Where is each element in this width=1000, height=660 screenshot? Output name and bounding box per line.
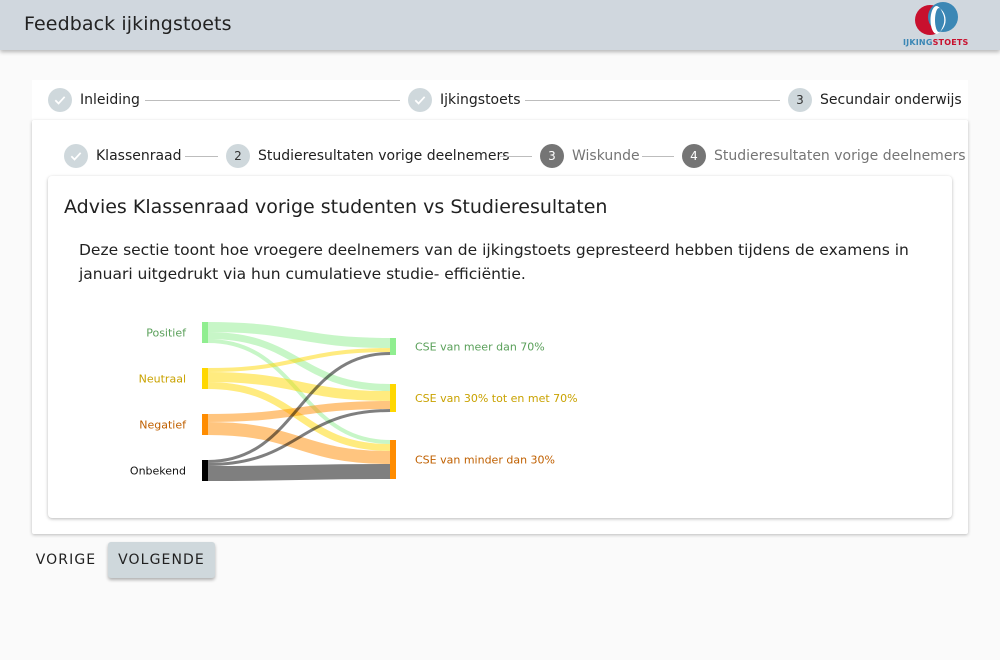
previous-button[interactable]: VORIGE <box>32 542 100 578</box>
step-label: Studieresultaten vorige deelnemers <box>714 148 966 164</box>
section-description: Deze sectie toont hoe vroegere deelnemer… <box>79 241 909 283</box>
section-title: Advies Klassenraad vorige studenten vs S… <box>64 196 608 218</box>
main-stepper: Inleiding Ijkingstoets 3 Secundair onder… <box>32 80 968 120</box>
sankey-source-label: Neutraal <box>139 373 186 386</box>
sankey-target-node <box>390 384 396 412</box>
sankey-target-label: CSE van minder dan 30% <box>415 454 555 467</box>
sankey-link <box>207 464 391 481</box>
step-label: Studieresultaten vorige deelnemers <box>258 148 510 164</box>
substep-studieresultaten[interactable]: 2 Studieresultaten vorige deelnemers <box>226 144 510 168</box>
step-connector <box>145 100 400 101</box>
check-icon <box>64 144 88 168</box>
step-connector <box>500 156 532 157</box>
sankey-target-node <box>390 440 396 479</box>
step-connector <box>642 156 674 157</box>
step-number: 4 <box>682 144 706 168</box>
step-connector <box>525 100 780 101</box>
sankey-target-label: CSE van 30% tot en met 70% <box>415 392 578 405</box>
sankey-links <box>207 322 391 481</box>
step-label: Klassenraad <box>96 148 182 164</box>
check-icon <box>408 88 432 112</box>
sankey-chart: Positief Neutraal Negatief Onbekend CSE van … <box>130 322 578 481</box>
step-label: Ijkingstoets <box>440 92 521 108</box>
next-button[interactable]: VOLGENDE <box>108 542 215 578</box>
step-label: Wiskunde <box>572 148 640 164</box>
content-card: Klassenraad 2 Studieresultaten vorige de… <box>32 120 968 534</box>
step-connector <box>185 156 218 157</box>
substep-studieresultaten-2[interactable]: 4 Studieresultaten vorige deelnemers <box>682 144 966 168</box>
step-label: Secundair onderwijs <box>820 92 962 108</box>
section-card: Advies Klassenraad vorige studenten vs S… <box>48 176 952 518</box>
step-inleiding[interactable]: Inleiding <box>48 88 140 112</box>
sankey-source-node <box>202 322 208 343</box>
step-number: 3 <box>788 88 812 112</box>
step-number: 3 <box>540 144 564 168</box>
logo-wordmark: IJKINGSTOETS <box>903 38 969 47</box>
sankey-source-node <box>202 368 208 389</box>
sankey-source-label: Onbekend <box>130 465 186 478</box>
substep-wiskunde[interactable]: 3 Wiskunde <box>540 144 640 168</box>
app-header: Feedback ijkingstoets IJKINGSTOETS <box>0 0 1000 50</box>
sankey-target-label: CSE van meer dan 70% <box>415 341 545 354</box>
app-title: Feedback ijkingstoets <box>24 13 232 35</box>
substep-klassenraad[interactable]: Klassenraad <box>64 144 182 168</box>
step-ijkingstoets[interactable]: Ijkingstoets <box>408 88 521 112</box>
step-label: Inleiding <box>80 92 140 108</box>
step-secundair-onderwijs[interactable]: 3 Secundair onderwijs <box>788 88 962 112</box>
sankey-source-label: Negatief <box>139 419 187 432</box>
ijkingstoets-logo: IJKINGSTOETS <box>903 2 969 48</box>
sankey-target-node <box>390 338 396 355</box>
sankey-source-label: Positief <box>146 327 187 340</box>
step-number: 2 <box>226 144 250 168</box>
sankey-source-node <box>202 414 208 435</box>
sankey-link <box>207 348 391 372</box>
check-icon <box>48 88 72 112</box>
logo-icon <box>915 2 958 35</box>
sankey-source-node <box>202 460 208 481</box>
